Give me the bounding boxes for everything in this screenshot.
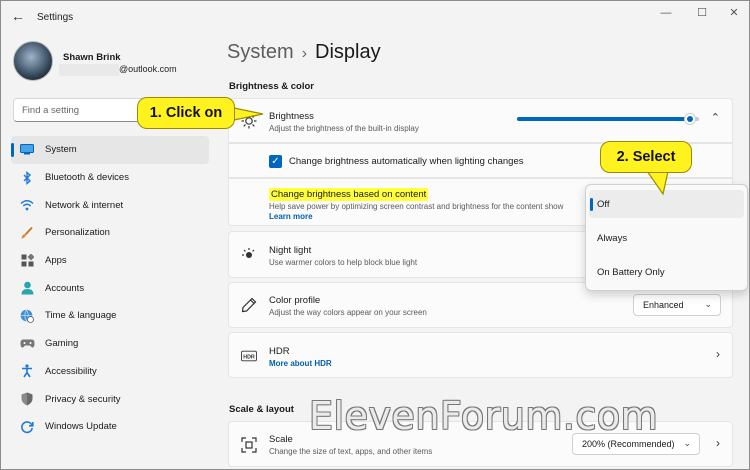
sidebar-item-apps[interactable]: Apps bbox=[11, 247, 209, 275]
sidebar-item-label: Accessibility bbox=[45, 365, 97, 377]
apps-icon bbox=[19, 253, 35, 269]
color-profile-subtitle: Adjust the way colors appear on your scr… bbox=[269, 308, 427, 317]
title-bar: ← Settings — ☐ ✕ bbox=[1, 1, 749, 31]
auto-brightness-checkbox[interactable]: ✓ bbox=[269, 155, 282, 168]
brush-icon bbox=[19, 225, 35, 241]
menu-item-on-battery[interactable]: On Battery Only bbox=[589, 258, 744, 286]
hdr-card[interactable]: HDR HDR More about HDR › bbox=[228, 332, 733, 378]
sidebar-item-label: Time & language bbox=[45, 310, 117, 322]
menu-item-label: On Battery Only bbox=[597, 267, 665, 278]
auto-brightness-label: Change brightness automatically when lig… bbox=[289, 156, 524, 167]
sidebar-item-bluetooth[interactable]: Bluetooth & devices bbox=[11, 164, 209, 192]
step2-callout: 2. Select bbox=[600, 141, 692, 173]
sidebar-item-system[interactable]: System bbox=[11, 136, 209, 164]
pen-icon bbox=[241, 297, 257, 313]
accessibility-icon bbox=[19, 363, 35, 379]
sidebar-item-label: Bluetooth & devices bbox=[45, 172, 129, 184]
step1-callout: 1. Click on bbox=[137, 97, 235, 129]
settings-window: ← Settings — ☐ ✕ Shawn Brink @outlook.co… bbox=[0, 0, 750, 470]
menu-item-off[interactable]: Off bbox=[589, 190, 744, 218]
sidebar-item-network[interactable]: Network & internet bbox=[11, 191, 209, 219]
sidebar-item-label: Accounts bbox=[45, 282, 85, 294]
sidebar-item-privacy[interactable]: Privacy & security bbox=[11, 385, 209, 413]
sidebar-item-label: System bbox=[45, 144, 77, 156]
page-title: Display bbox=[315, 41, 381, 63]
sidebar-item-accessibility[interactable]: Accessibility bbox=[11, 358, 209, 386]
close-button[interactable]: ✕ bbox=[719, 5, 749, 21]
sidebar-item-label: Apps bbox=[45, 255, 67, 267]
chevron-up-icon[interactable]: ⌃ bbox=[711, 111, 720, 124]
breadcrumb: System › Display bbox=[227, 41, 381, 64]
menu-item-label: Always bbox=[597, 233, 628, 244]
brightness-subtitle: Adjust the brightness of the built-in di… bbox=[269, 124, 419, 133]
sidebar-item-label: Personalization bbox=[45, 227, 110, 239]
shield-icon bbox=[19, 391, 35, 407]
learn-more-link[interactable]: Learn more bbox=[269, 212, 313, 221]
brightness-slider[interactable] bbox=[517, 113, 699, 125]
menu-item-label: Off bbox=[597, 199, 610, 210]
chevron-right-icon: › bbox=[716, 347, 720, 361]
scale-subtitle: Change the size of text, apps, and other… bbox=[269, 447, 433, 456]
sidebar-item-time-language[interactable]: Time & language bbox=[11, 302, 209, 330]
avatar[interactable] bbox=[13, 41, 53, 81]
sidebar-item-label: Windows Update bbox=[45, 421, 117, 433]
color-profile-title: Color profile bbox=[269, 295, 321, 306]
sidebar-item-personalization[interactable]: Personalization bbox=[11, 219, 209, 247]
update-icon bbox=[19, 419, 35, 435]
maximize-button[interactable]: ☐ bbox=[687, 5, 717, 21]
bluetooth-icon bbox=[19, 170, 35, 186]
menu-item-always[interactable]: Always bbox=[589, 224, 744, 252]
chevron-down-icon: ⌄ bbox=[704, 299, 712, 309]
brightness-title: Brightness bbox=[269, 111, 314, 122]
content-brightness-menu: Off Always On Battery Only bbox=[585, 184, 748, 291]
sidebar-item-gaming[interactable]: Gaming bbox=[11, 330, 209, 358]
breadcrumb-parent[interactable]: System bbox=[227, 41, 294, 63]
user-name: Shawn Brink bbox=[63, 52, 121, 63]
sidebar-item-accounts[interactable]: Accounts bbox=[11, 274, 209, 302]
minimize-button[interactable]: — bbox=[651, 5, 681, 21]
gamepad-icon bbox=[19, 336, 35, 352]
scale-title: Scale bbox=[269, 434, 293, 445]
globe-clock-icon bbox=[19, 308, 35, 324]
search-placeholder: Find a setting bbox=[22, 105, 80, 116]
chevron-down-icon: ⌄ bbox=[683, 438, 691, 448]
chevron-right-icon: › bbox=[716, 436, 720, 450]
back-button[interactable]: ← bbox=[9, 7, 27, 25]
monitor-icon bbox=[19, 142, 35, 158]
brightness-slider-thumb[interactable] bbox=[683, 113, 696, 125]
watermark: ElevenForum.com bbox=[309, 394, 659, 438]
sidebar-item-label: Gaming bbox=[45, 338, 79, 350]
hdr-title: HDR bbox=[269, 346, 290, 357]
sidebar-item-windows-update[interactable]: Windows Update bbox=[11, 413, 209, 441]
brightness-icon bbox=[241, 113, 257, 129]
night-light-title: Night light bbox=[269, 245, 312, 256]
sidebar-item-label: Network & internet bbox=[45, 199, 124, 211]
brightness-card[interactable]: Brightness Adjust the brightness of the … bbox=[228, 98, 733, 143]
breadcrumb-separator: › bbox=[301, 45, 308, 62]
scale-icon bbox=[241, 437, 257, 453]
night-light-icon bbox=[241, 247, 257, 263]
section-title-scale: Scale & layout bbox=[229, 404, 294, 415]
content-brightness-title: Change brightness based on content bbox=[269, 188, 429, 201]
color-profile-value: Enhanced bbox=[643, 300, 684, 310]
user-email: @outlook.com bbox=[119, 64, 177, 74]
content-brightness-subtitle: Help save power by optimizing screen con… bbox=[269, 202, 564, 211]
brightness-slider-fill bbox=[517, 117, 690, 121]
wifi-icon bbox=[19, 197, 35, 213]
svg-text:HDR: HDR bbox=[243, 354, 255, 360]
sidebar-nav: System Bluetooth & devices Network & int… bbox=[11, 136, 209, 441]
color-profile-dropdown[interactable]: Enhanced ⌄ bbox=[633, 294, 721, 316]
night-light-subtitle: Use warmer colors to help block blue lig… bbox=[269, 258, 418, 267]
scale-value: 200% (Recommended) bbox=[582, 439, 675, 449]
app-title: Settings bbox=[37, 12, 74, 23]
sidebar-item-label: Privacy & security bbox=[45, 393, 121, 405]
person-icon bbox=[19, 280, 35, 296]
email-redaction bbox=[59, 64, 119, 76]
hdr-link[interactable]: More about HDR bbox=[269, 359, 332, 368]
section-title-brightness: Brightness & color bbox=[229, 81, 314, 92]
hdr-icon: HDR bbox=[241, 348, 257, 364]
